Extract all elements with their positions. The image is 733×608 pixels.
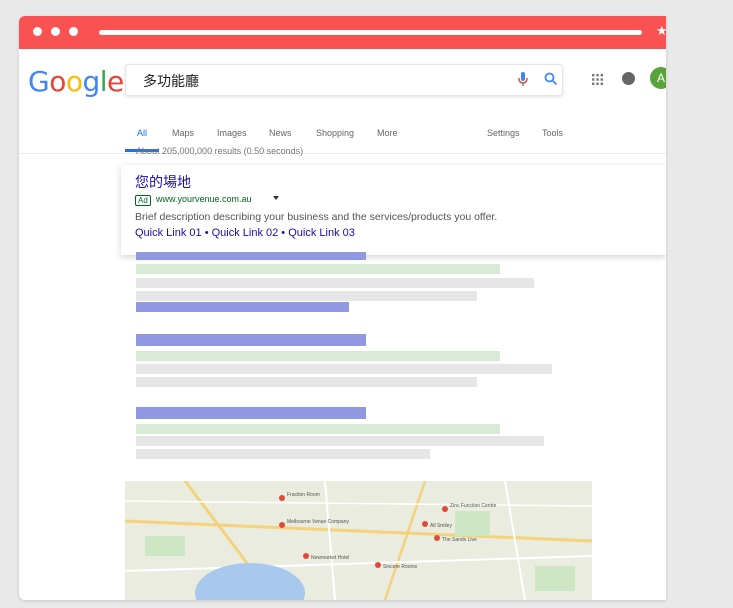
search-query-text: 多功能廳: [143, 74, 199, 90]
ad-result: 您的場地 Ad www.yourvenue.com.au Brief descr…: [121, 165, 666, 255]
map-label: Sincere Rooms: [383, 564, 418, 570]
map-pin-icon: [279, 495, 285, 501]
google-logo[interactable]: Google: [28, 65, 124, 98]
placeholder-result-snippet: [136, 436, 544, 446]
placeholder-result-snippet: [136, 449, 430, 459]
logo-letter: g: [82, 65, 100, 98]
map-pin-icon: [422, 521, 428, 527]
tab-more[interactable]: More: [377, 128, 398, 138]
tab-news[interactable]: News: [269, 128, 292, 138]
placeholder-result-url: [136, 424, 500, 434]
tab-shopping[interactable]: Shopping: [316, 128, 354, 138]
logo-letter: G: [28, 65, 50, 98]
logo-letter: e: [107, 65, 124, 98]
bookmark-star-icon[interactable]: ★: [656, 23, 666, 39]
browser-window: ★ Google 多功能廳 A All Maps Images News Sho…: [19, 16, 666, 600]
tab-maps[interactable]: Maps: [172, 128, 194, 138]
logo-letter: o: [49, 65, 66, 98]
close-window-dot[interactable]: [33, 27, 42, 36]
placeholder-result-url: [136, 264, 500, 274]
ad-display-url: www.yourvenue.com.au: [156, 194, 252, 204]
tab-tools[interactable]: Tools: [542, 128, 563, 138]
placeholder-result-title: [136, 407, 366, 419]
logo-letter: o: [65, 65, 83, 98]
ad-quick-links[interactable]: Quick Link 01 • Quick Link 02 • Quick Li…: [135, 227, 355, 239]
map-pin-icon: [434, 535, 440, 541]
notifications-icon[interactable]: [622, 72, 635, 85]
tab-settings[interactable]: Settings: [487, 128, 520, 138]
apps-grid-icon[interactable]: [592, 74, 603, 85]
placeholder-result-title: [136, 334, 366, 346]
map-pin-icon: [279, 522, 285, 528]
result-stats: About 205,000,000 results (0.50 seconds): [136, 146, 304, 156]
placeholder-result-snippet: [136, 377, 477, 387]
search-tabs: All Maps Images News Shopping More Setti…: [19, 122, 666, 152]
map-label: Zinc Function Centre: [450, 503, 497, 509]
map-label: Fraction Room: [287, 492, 320, 498]
maximize-window-dot[interactable]: [69, 27, 78, 36]
placeholder-result-snippet: [136, 278, 534, 288]
placeholder-result-url: [136, 351, 500, 361]
chevron-down-icon[interactable]: [273, 196, 279, 200]
tab-images[interactable]: Images: [217, 128, 247, 138]
microphone-icon[interactable]: [518, 72, 528, 87]
search-input[interactable]: 多功能廳: [125, 64, 563, 96]
map-graphic: Fraction Room Melbourne Venue Company Zi…: [125, 481, 592, 600]
account-avatar[interactable]: A: [650, 67, 666, 89]
ad-badge: Ad: [135, 195, 151, 206]
placeholder-result-title: [136, 252, 366, 260]
google-header: Google 多功能廳 A All Maps Images News Shopp…: [19, 49, 666, 154]
map-label: Newmarket Hotel: [311, 555, 349, 561]
map-label: The Sands Live: [442, 537, 477, 543]
placeholder-result-title: [136, 302, 349, 312]
search-icon[interactable]: [544, 72, 558, 86]
map-pin-icon: [303, 553, 309, 559]
ad-title-link[interactable]: 您的場地: [135, 172, 191, 192]
placeholder-result-snippet: [136, 364, 552, 374]
minimize-window-dot[interactable]: [51, 27, 60, 36]
logo-letter: l: [99, 65, 108, 98]
map-label: Melbourne Venue Company: [287, 519, 349, 525]
browser-title-bar: ★: [19, 16, 666, 49]
address-bar[interactable]: [99, 30, 642, 35]
placeholder-result-snippet: [136, 291, 477, 301]
map-pin-icon: [375, 562, 381, 568]
map-pin-icon: [442, 506, 448, 512]
tab-all[interactable]: All: [137, 128, 147, 138]
local-results-map[interactable]: Fraction Room Melbourne Venue Company Zi…: [125, 481, 592, 600]
ad-description: Brief description describing your busine…: [135, 211, 498, 223]
map-label: All Smiley: [430, 523, 452, 529]
